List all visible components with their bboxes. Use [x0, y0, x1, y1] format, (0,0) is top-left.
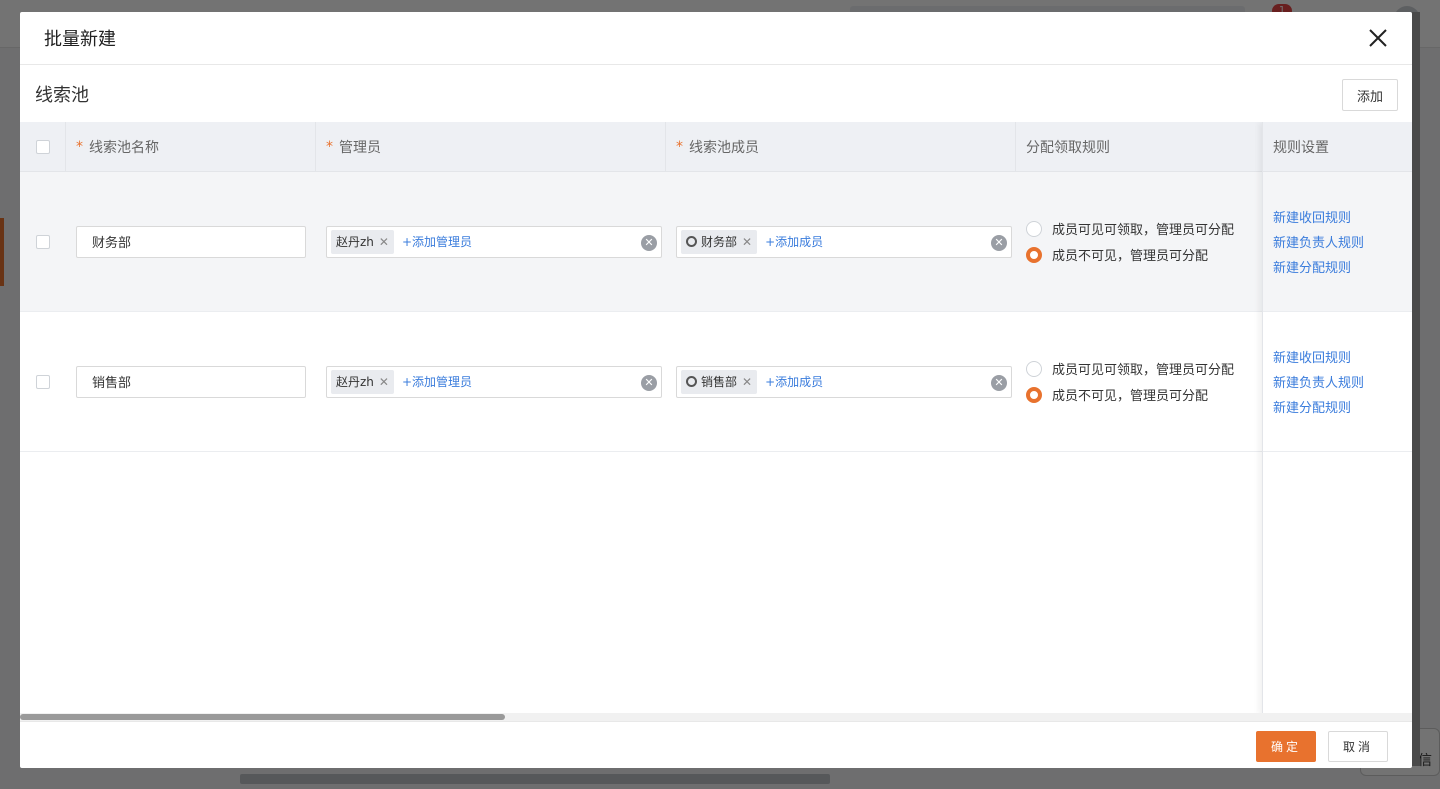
modal-footer: 确定 取消 [20, 721, 1412, 768]
clear-icon[interactable]: ✕ [641, 234, 657, 251]
header-rule-settings: 规则设置 [1263, 122, 1412, 172]
remove-tag-icon[interactable]: ✕ [742, 235, 752, 249]
header-rule-label: 分配领取规则 [1026, 140, 1110, 156]
table-header: * 线索池名称 * 管理员 * 线索池成员 分配领取规则 [20, 122, 1412, 172]
required-mark: * [76, 139, 83, 155]
header-name-label: 线索池名称 [89, 140, 159, 156]
select-all-checkbox[interactable] [35, 140, 50, 154]
batch-create-modal: 批量新建 线索池 添加 * 线索池名称 * 管理员 * 线索池成员 分配领取规则… [20, 12, 1412, 768]
member-tag-label: 销售部 [701, 375, 738, 389]
new-assign-rule-link[interactable]: 新建分配规则 [1273, 257, 1364, 276]
header-admins: * 管理员 [316, 122, 666, 172]
member-tag: 销售部 ✕ [681, 369, 758, 394]
header-admins-label: 管理员 [339, 140, 381, 156]
clear-icon[interactable]: ✕ [641, 374, 657, 391]
admin-tag: 赵丹zh ✕ [331, 229, 394, 254]
name-cell [66, 172, 316, 312]
rule-option-label: 成员不可见，管理员可分配 [1052, 389, 1209, 404]
new-owner-rule-link[interactable]: 新建负责人规则 [1273, 372, 1364, 391]
clue-pool-table: * 线索池名称 * 管理员 * 线索池成员 分配领取规则 财务部 赵丹zh ✕ … [20, 122, 1412, 716]
department-icon [686, 376, 697, 387]
rule-radio-group: 成员可见可领取，管理员可分配 成员不可见，管理员可分配 [1026, 219, 1234, 264]
rule-links: 新建收回规则 新建负责人规则 新建分配规则 [1263, 207, 1364, 276]
admin-tag-label: 赵丹zh [336, 235, 374, 249]
admins-select[interactable]: 赵丹zh ✕ +添加管理员 ✕ [326, 225, 662, 258]
horizontal-scrollbar[interactable] [20, 713, 1412, 721]
required-mark: * [676, 139, 683, 155]
department-icon [686, 236, 697, 247]
header-members-label: 线索池成员 [689, 140, 759, 156]
new-assign-rule-link[interactable]: 新建分配规则 [1273, 397, 1364, 416]
radio-button-selected[interactable] [1026, 246, 1042, 263]
scrollbar-thumb[interactable] [20, 714, 505, 720]
member-tag: 财务部 ✕ [681, 229, 758, 254]
header-members: * 线索池成员 [666, 122, 1016, 172]
remove-tag-icon[interactable]: ✕ [379, 375, 389, 389]
table-row: 赵丹zh ✕ +添加管理员 ✕ 财务部 ✕ +添加成员 ✕ [20, 172, 1412, 312]
rule-option-invisible[interactable]: 成员不可见，管理员可分配 [1026, 245, 1234, 264]
row-checkbox[interactable] [36, 374, 50, 389]
section-title: 线索池 [35, 84, 89, 106]
cancel-button[interactable]: 取消 [1328, 731, 1388, 762]
rule-option-visible[interactable]: 成员可见可领取，管理员可分配 [1026, 219, 1234, 238]
pool-name-input[interactable] [76, 365, 306, 398]
members-select[interactable]: 销售部 ✕ +添加成员 ✕ [676, 365, 1012, 398]
rule-settings-column: 规则设置 新建收回规则 新建负责人规则 新建分配规则 新建收回规则 新建负责人规… [1262, 122, 1412, 716]
admins-select[interactable]: 赵丹zh ✕ +添加管理员 ✕ [326, 365, 662, 398]
confirm-button[interactable]: 确定 [1256, 731, 1316, 762]
remove-tag-icon[interactable]: ✕ [742, 375, 752, 389]
members-cell: 销售部 ✕ +添加成员 ✕ [666, 312, 1016, 452]
vertical-scrollbar[interactable] [1412, 12, 1420, 766]
header-rule: 分配领取规则 [1016, 122, 1262, 172]
rule-option-visible[interactable]: 成员可见可领取，管理员可分配 [1026, 359, 1234, 378]
add-admin-link[interactable]: +添加管理员 [402, 233, 472, 250]
rule-option-invisible[interactable]: 成员不可见，管理员可分配 [1026, 385, 1234, 404]
members-cell: 财务部 ✕ +添加成员 ✕ [666, 172, 1016, 312]
rule-links: 新建收回规则 新建负责人规则 新建分配规则 [1263, 347, 1364, 416]
new-recall-rule-link[interactable]: 新建收回规则 [1273, 347, 1364, 366]
remove-tag-icon[interactable]: ✕ [379, 235, 389, 249]
rule-settings-row: 新建收回规则 新建负责人规则 新建分配规则 [1263, 172, 1412, 312]
section-bar: 线索池 添加 [20, 65, 1412, 122]
pool-name-input[interactable] [76, 225, 306, 258]
rule-option-label: 成员可见可领取，管理员可分配 [1052, 223, 1235, 238]
row-checkbox-cell [20, 172, 66, 312]
row-checkbox[interactable] [36, 234, 50, 249]
header-rule-settings-label: 规则设置 [1273, 139, 1329, 156]
close-icon[interactable] [1366, 26, 1390, 50]
header-name: * 线索池名称 [66, 122, 316, 172]
member-tag-label: 财务部 [701, 235, 738, 249]
new-recall-rule-link[interactable]: 新建收回规则 [1273, 207, 1364, 226]
new-owner-rule-link[interactable]: 新建负责人规则 [1273, 232, 1364, 251]
add-member-link[interactable]: +添加成员 [765, 233, 823, 250]
radio-button-selected[interactable] [1026, 386, 1042, 403]
modal-title: 批量新建 [44, 29, 116, 50]
radio-button[interactable] [1026, 360, 1042, 377]
name-cell [66, 312, 316, 452]
add-member-link[interactable]: +添加成员 [765, 373, 823, 390]
admin-tag-label: 赵丹zh [336, 375, 374, 389]
header-checkbox-cell [20, 122, 66, 172]
add-button[interactable]: 添加 [1342, 79, 1398, 111]
rule-option-label: 成员可见可领取，管理员可分配 [1052, 363, 1235, 378]
row-checkbox-cell [20, 312, 66, 452]
radio-button[interactable] [1026, 220, 1042, 237]
admins-cell: 赵丹zh ✕ +添加管理员 ✕ [316, 312, 666, 452]
clear-icon[interactable]: ✕ [991, 234, 1007, 251]
modal-header: 批量新建 [20, 12, 1412, 65]
rule-cell: 成员可见可领取，管理员可分配 成员不可见，管理员可分配 [1016, 312, 1262, 452]
clear-icon[interactable]: ✕ [991, 374, 1007, 391]
add-admin-link[interactable]: +添加管理员 [402, 373, 472, 390]
admin-tag: 赵丹zh ✕ [331, 369, 394, 394]
table-row: 赵丹zh ✕ +添加管理员 ✕ 销售部 ✕ +添加成员 ✕ [20, 312, 1412, 452]
rule-radio-group: 成员可见可领取，管理员可分配 成员不可见，管理员可分配 [1026, 359, 1234, 404]
rule-cell: 成员可见可领取，管理员可分配 成员不可见，管理员可分配 [1016, 172, 1262, 312]
required-mark: * [326, 139, 333, 155]
admins-cell: 赵丹zh ✕ +添加管理员 ✕ [316, 172, 666, 312]
rule-option-label: 成员不可见，管理员可分配 [1052, 249, 1209, 264]
members-select[interactable]: 财务部 ✕ +添加成员 ✕ [676, 225, 1012, 258]
rule-settings-row: 新建收回规则 新建负责人规则 新建分配规则 [1263, 312, 1412, 452]
